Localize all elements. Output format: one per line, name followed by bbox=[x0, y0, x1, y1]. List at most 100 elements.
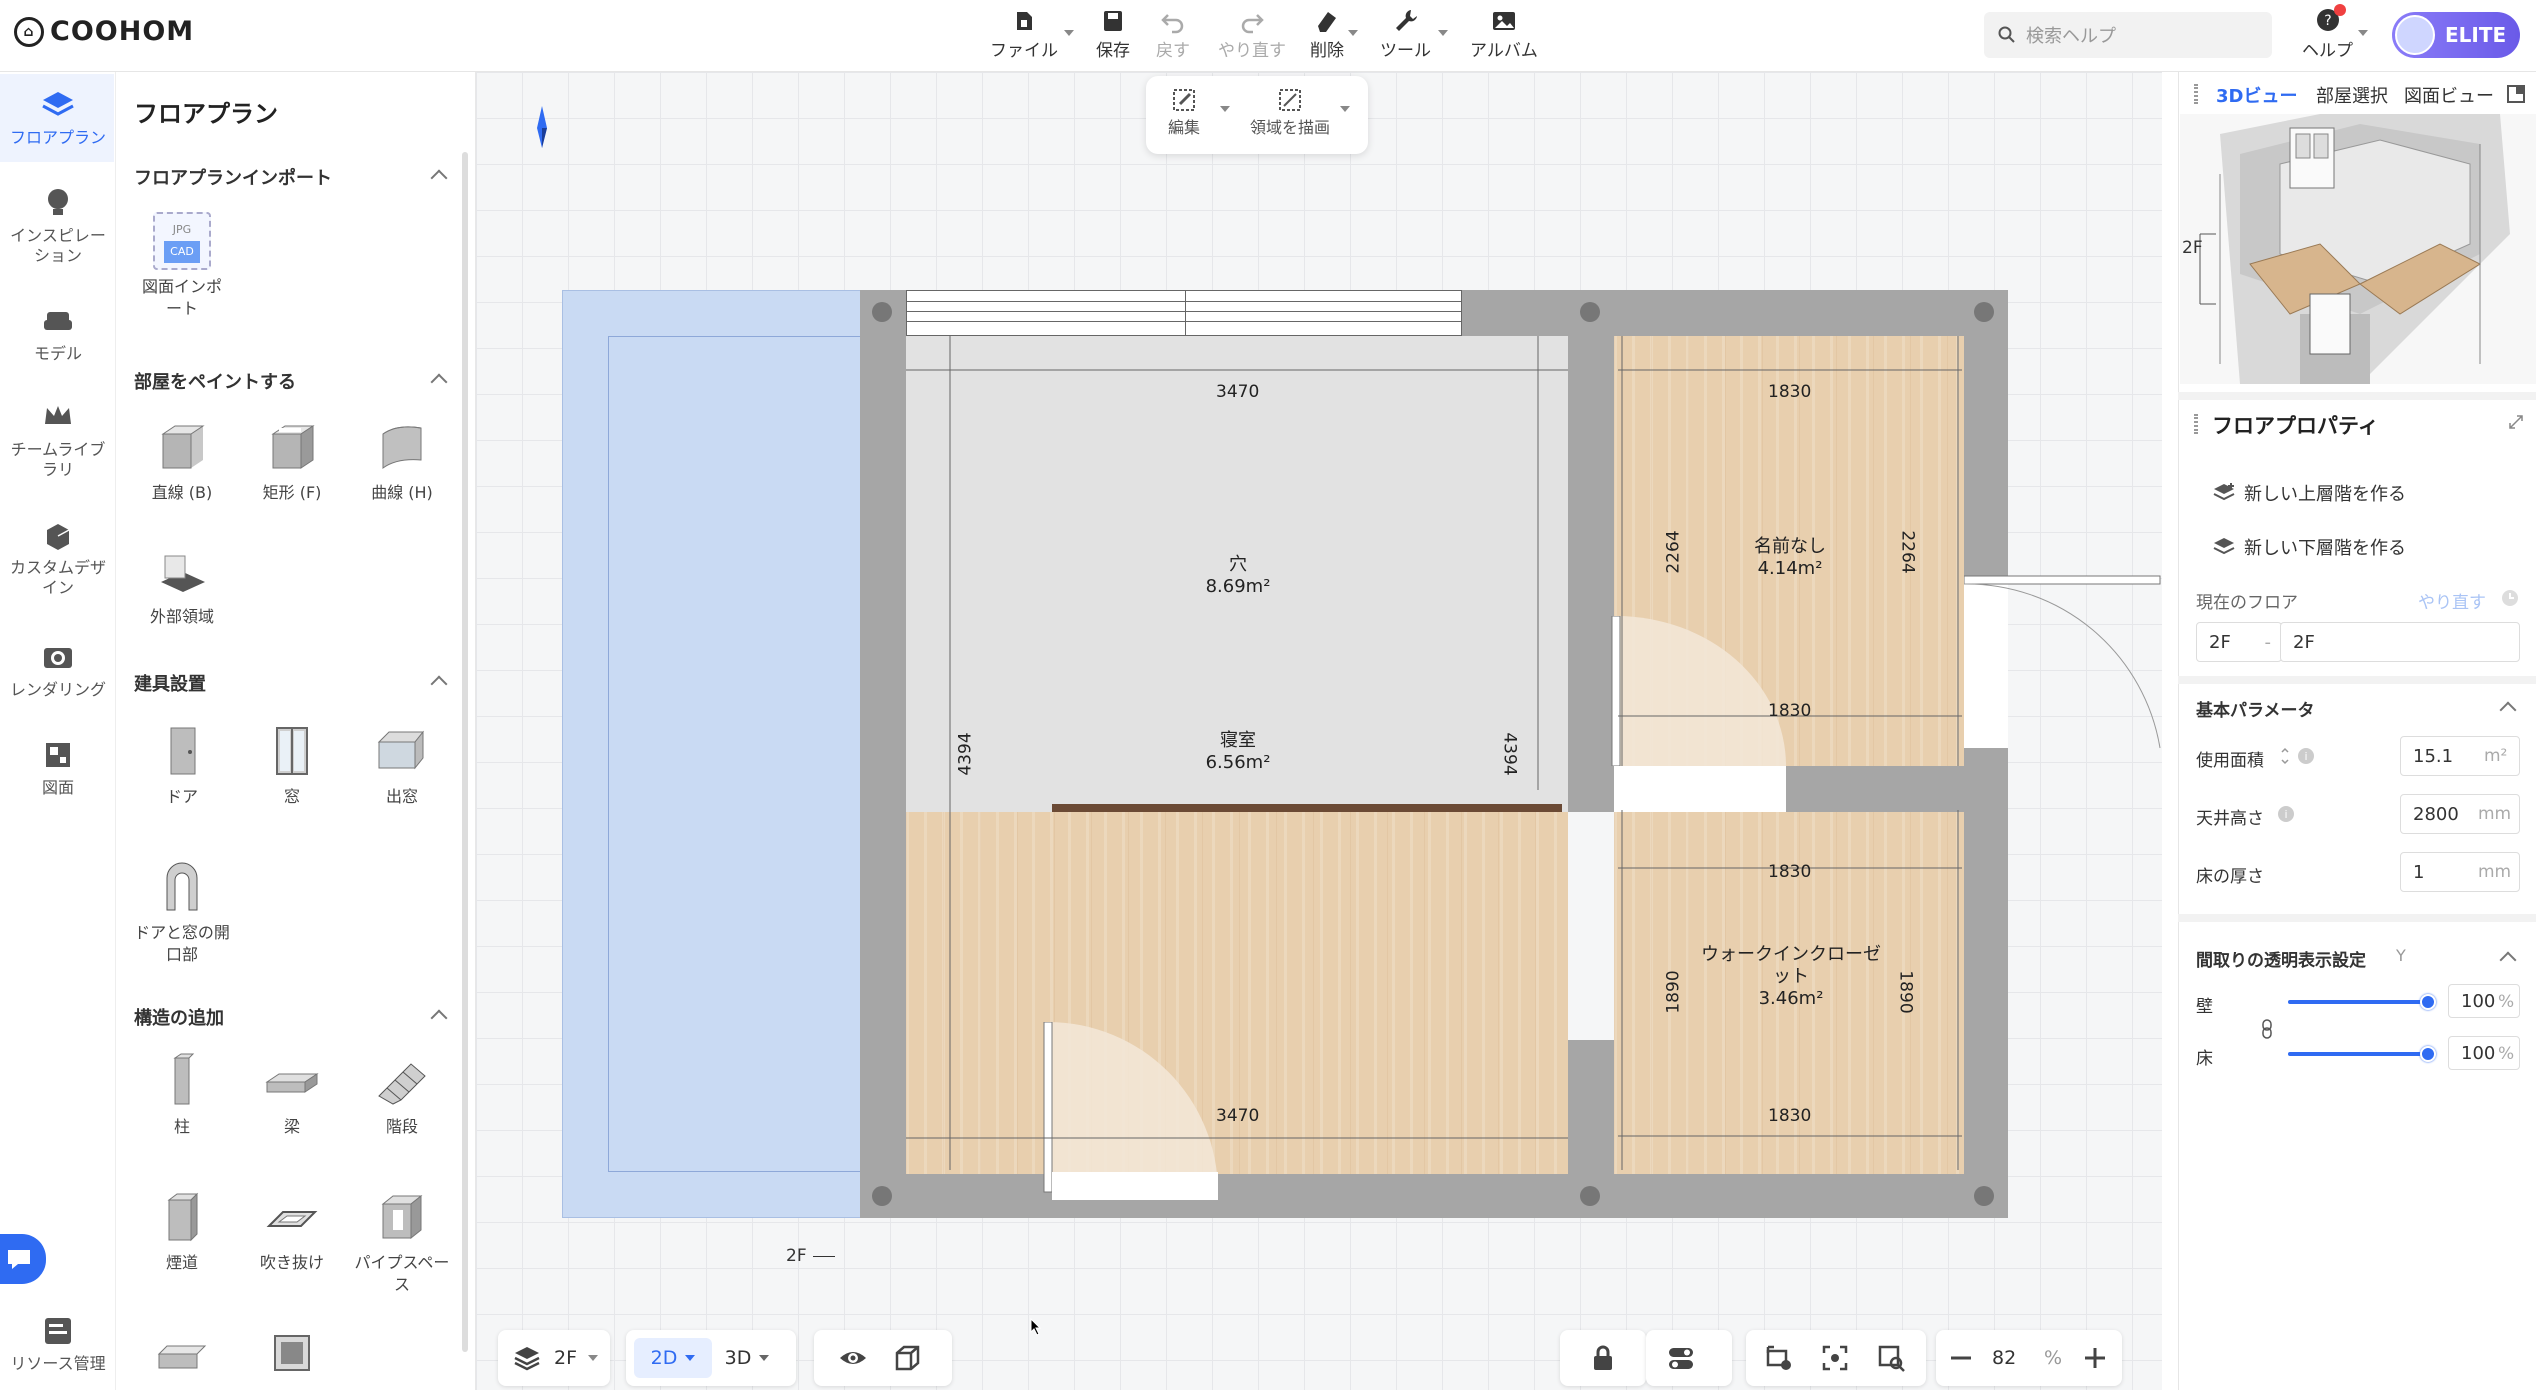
floor-select[interactable]: 2F - bbox=[2196, 622, 2282, 662]
stairs-button[interactable]: 階段 bbox=[352, 1052, 452, 1138]
column-button[interactable]: 柱 bbox=[132, 1052, 232, 1138]
lock-icon[interactable] bbox=[1588, 1343, 1618, 1373]
expand-icon[interactable] bbox=[2508, 414, 2524, 430]
paint-exterior-button[interactable]: 外部領域 bbox=[132, 542, 232, 628]
toggle-settings-icon[interactable] bbox=[1666, 1343, 1696, 1373]
column-marker bbox=[1974, 302, 1994, 322]
floor-selector[interactable]: 2F bbox=[498, 1330, 610, 1386]
mode-3d-button[interactable]: 3D bbox=[712, 1338, 782, 1378]
beam-button[interactable]: 梁 bbox=[242, 1052, 342, 1138]
tab-3d-view[interactable]: 3Dビュー bbox=[2216, 82, 2297, 108]
draw-area-icon bbox=[1279, 89, 1301, 111]
tab-plan-view[interactable]: 図面ビュー bbox=[2404, 82, 2494, 108]
help-caret-icon[interactable] bbox=[2358, 30, 2368, 36]
paint-collapse-icon[interactable] bbox=[430, 373, 448, 391]
tab-room-select[interactable]: 部屋選択 bbox=[2316, 82, 2388, 108]
floor-opacity-slider[interactable] bbox=[2288, 1052, 2428, 1056]
nav-drawing[interactable]: 図面 bbox=[0, 736, 116, 798]
file-caret-icon[interactable] bbox=[1064, 30, 1074, 36]
zoom-area-icon[interactable] bbox=[1876, 1343, 1906, 1373]
nav-inspiration[interactable]: インスピレーション bbox=[0, 184, 116, 266]
pipe-space-button[interactable]: パイプスペース bbox=[352, 1188, 452, 1296]
import-collapse-icon[interactable] bbox=[430, 169, 448, 187]
draw-area-caret-icon[interactable] bbox=[1340, 106, 1350, 112]
paint-curve-button[interactable]: 曲線 (H) bbox=[352, 418, 452, 504]
delete-button[interactable]: 削除 bbox=[1310, 6, 1344, 61]
panel-separator bbox=[2178, 676, 2536, 684]
clock-icon[interactable] bbox=[2500, 588, 2520, 608]
box-view-icon[interactable] bbox=[892, 1343, 922, 1373]
file-menu-button[interactable]: ファイル bbox=[990, 6, 1058, 61]
link-icon[interactable] bbox=[2260, 1018, 2274, 1040]
floor-redo-link[interactable]: やり直す bbox=[2418, 588, 2486, 613]
flue-button[interactable]: 煙道 bbox=[132, 1188, 232, 1274]
delete-caret-icon[interactable] bbox=[1348, 30, 1358, 36]
wall-opacity-label: 壁 bbox=[2196, 997, 2213, 1017]
zoom-in-icon[interactable] bbox=[2082, 1345, 2108, 1371]
import-cad-icon: JPG CAD bbox=[153, 212, 211, 270]
dim-unnamed-right: 2264 bbox=[1897, 530, 1918, 574]
mode-2d-button[interactable]: 2D bbox=[634, 1338, 712, 1378]
import-drawing-button[interactable]: JPG CAD 図面インポート bbox=[132, 212, 232, 320]
nav-model[interactable]: モデル bbox=[0, 302, 116, 364]
door-button[interactable]: ドア bbox=[132, 722, 232, 808]
fit-screen-icon[interactable] bbox=[1820, 1343, 1850, 1373]
tools-caret-icon[interactable] bbox=[1438, 30, 1448, 36]
nav-rendering[interactable]: レンダリング bbox=[0, 638, 116, 700]
help-button[interactable]: ? ヘルプ bbox=[2302, 6, 2353, 61]
paint-rect-button[interactable]: 矩形 (F) bbox=[242, 418, 342, 504]
help-search-input[interactable]: 検索ヘルプ bbox=[1984, 12, 2272, 58]
eye-icon[interactable] bbox=[838, 1343, 868, 1373]
edit-button[interactable]: 編集 bbox=[1168, 86, 1200, 138]
opening-button[interactable]: ドアと窓の開口部 bbox=[132, 858, 232, 966]
view-settings-icon[interactable] bbox=[1764, 1343, 1794, 1373]
wall-opacity-knob[interactable] bbox=[2420, 994, 2436, 1010]
structure-extra-1[interactable] bbox=[132, 1324, 232, 1388]
collapse-panel-icon[interactable] bbox=[2506, 84, 2526, 104]
app-logo[interactable]: ⌂ COOHOM bbox=[14, 16, 194, 47]
panel-scrollbar[interactable] bbox=[462, 152, 468, 1352]
lightbulb-icon bbox=[48, 189, 68, 215]
wall-opacity-slider[interactable] bbox=[2288, 1000, 2428, 1004]
floor-thickness-value: 1 bbox=[2413, 861, 2425, 883]
room-label-bedroom[interactable]: 寝室 6.56m² bbox=[1188, 730, 1288, 774]
new-upper-floor-button[interactable]: 新しい上層階を作る bbox=[2212, 480, 2406, 506]
nav-custom-design[interactable]: カスタムデザイン bbox=[0, 516, 116, 598]
3d-preview[interactable]: 2F bbox=[2180, 114, 2536, 384]
compass-icon[interactable] bbox=[532, 104, 552, 152]
zoom-input[interactable]: 82 % bbox=[1984, 1338, 2070, 1378]
draw-area-button[interactable]: 領域を描画 bbox=[1250, 86, 1330, 138]
fixture-collapse-icon[interactable] bbox=[430, 675, 448, 693]
ceiling-info-icon[interactable]: i bbox=[2276, 804, 2296, 824]
account-badge[interactable]: ELITE bbox=[2392, 12, 2520, 58]
redo-label: やり直す bbox=[1218, 41, 1286, 61]
chat-button[interactable] bbox=[0, 1234, 46, 1284]
structure-extra-2[interactable] bbox=[242, 1324, 342, 1388]
room-label-unnamed[interactable]: 名前なし 4.14m² bbox=[1730, 536, 1850, 580]
undo-button[interactable]: 戻す bbox=[1156, 6, 1190, 61]
window-button[interactable]: 窓 bbox=[242, 722, 342, 808]
structure-collapse-icon[interactable] bbox=[430, 1009, 448, 1027]
area-unit: m² bbox=[2484, 746, 2508, 766]
nav-team-library[interactable]: チームライブラリ bbox=[0, 398, 116, 480]
tools-menu-button[interactable]: ツール bbox=[1380, 6, 1431, 61]
bay-window-button[interactable]: 出窓 bbox=[352, 722, 452, 808]
drag-handle-icon[interactable] bbox=[2194, 84, 2198, 104]
room-label-hole[interactable]: 穴 8.69m² bbox=[1188, 554, 1288, 598]
info-icon[interactable]: i bbox=[2278, 746, 2318, 766]
props-drag-handle-icon[interactable] bbox=[2194, 414, 2198, 434]
edit-caret-icon[interactable] bbox=[1220, 106, 1230, 112]
zoom-unit: % bbox=[2043, 1347, 2062, 1369]
nav-floorplan[interactable]: フロアプラン bbox=[0, 86, 116, 148]
zoom-out-icon[interactable] bbox=[1948, 1345, 1974, 1371]
redo-button[interactable]: やり直す bbox=[1218, 6, 1286, 61]
save-button[interactable]: 保存 bbox=[1096, 6, 1130, 61]
room-label-wic[interactable]: ウォークインクローゼット 3.46m² bbox=[1696, 944, 1886, 1010]
floor-opacity-knob[interactable] bbox=[2420, 1046, 2436, 1062]
new-lower-floor-button[interactable]: 新しい下層階を作る bbox=[2212, 534, 2406, 560]
album-button[interactable]: アルバム bbox=[1470, 6, 1538, 61]
void-button[interactable]: 吹き抜け bbox=[242, 1188, 342, 1274]
nav-resource[interactable]: リソース管理 bbox=[0, 1312, 116, 1374]
paint-line-button[interactable]: 直線 (B) bbox=[132, 418, 232, 504]
floor-name-input[interactable]: 2F bbox=[2280, 622, 2520, 662]
